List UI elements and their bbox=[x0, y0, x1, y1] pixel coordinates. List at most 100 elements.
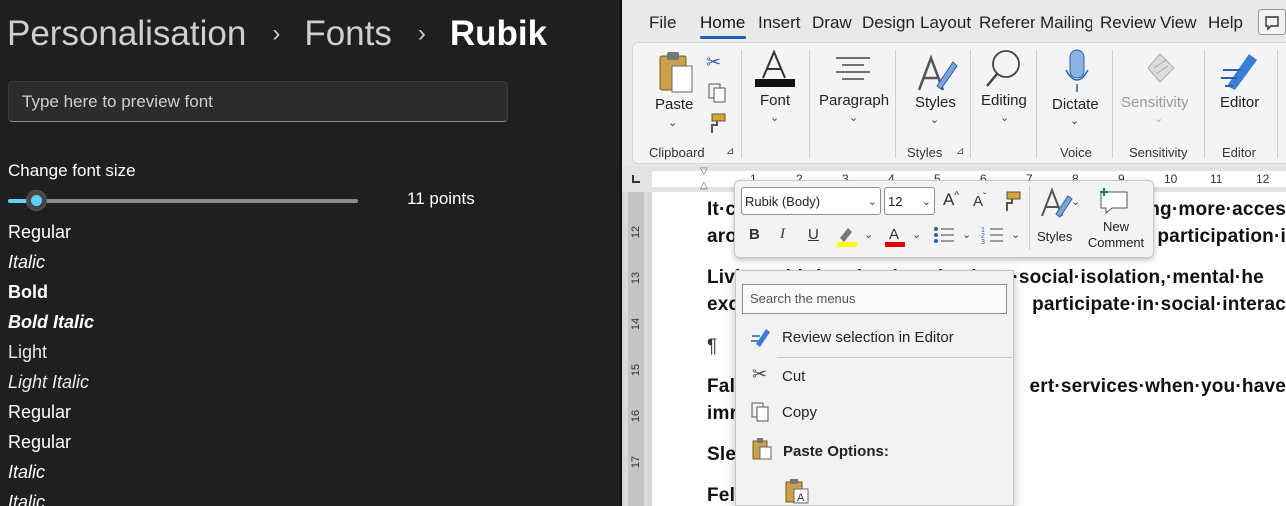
bold-icon[interactable]: B bbox=[749, 226, 760, 243]
dialog-launcher-icon[interactable]: ⊿ bbox=[956, 146, 964, 157]
styles-group-label: Styles bbox=[907, 145, 943, 160]
indent-marker-icon[interactable]: △ bbox=[700, 180, 708, 191]
document-line-tail: ng·more·acces bbox=[1148, 199, 1286, 220]
styles-label[interactable]: Styles bbox=[1037, 229, 1072, 244]
font-size-select[interactable]: 12 ⌄ bbox=[884, 187, 935, 215]
font-style-item: Italic bbox=[8, 462, 46, 482]
tab-insert[interactable]: Insert bbox=[758, 13, 801, 33]
italic-icon[interactable]: I bbox=[780, 226, 785, 243]
grow-font-icon[interactable]: A^ bbox=[943, 190, 959, 210]
paste-button[interactable]: Paste bbox=[655, 96, 693, 113]
chevron-down-icon[interactable]: ⌄ bbox=[1000, 111, 1009, 124]
font-size-value: 11 points bbox=[407, 189, 475, 208]
chevron-down-icon[interactable]: ⌄ bbox=[1154, 112, 1163, 125]
chevron-down-icon[interactable]: ⌄ bbox=[1071, 195, 1080, 208]
cut-item[interactable]: Cut bbox=[782, 368, 805, 385]
tab-help[interactable]: Help bbox=[1208, 13, 1243, 33]
indent-marker-icon[interactable]: ▽ bbox=[700, 166, 708, 177]
bullets-icon[interactable] bbox=[932, 224, 956, 246]
group-separator bbox=[741, 50, 742, 158]
paragraph-icon bbox=[836, 57, 870, 80]
editor-group-label: Editor bbox=[1222, 145, 1256, 160]
tab-mailings[interactable]: Mailing bbox=[1040, 13, 1092, 33]
chevron-down-icon[interactable]: ⌄ bbox=[668, 116, 677, 129]
font-preview-input[interactable]: Type here to preview font bbox=[8, 81, 508, 122]
copy-icon bbox=[751, 402, 769, 422]
chevron-down-icon[interactable]: ⌄ bbox=[912, 228, 921, 241]
sensitivity-button[interactable]: Sensitivity bbox=[1121, 94, 1189, 111]
toolbar-separator bbox=[1029, 186, 1030, 250]
tab-layout[interactable]: Layout bbox=[920, 13, 971, 33]
highlight-icon[interactable] bbox=[836, 224, 858, 248]
tab-file[interactable]: File bbox=[649, 13, 676, 33]
paste-keep-text-icon[interactable]: A bbox=[784, 478, 810, 504]
font-style-item: Bold bbox=[8, 282, 48, 302]
editor-button[interactable]: Editor bbox=[1220, 94, 1259, 111]
font-size-slider-track[interactable] bbox=[8, 199, 358, 203]
chevron-down-icon[interactable]: ⌄ bbox=[962, 228, 971, 241]
comments-button[interactable] bbox=[1258, 9, 1286, 35]
document-line: aro bbox=[707, 226, 738, 247]
editor-icon bbox=[751, 329, 770, 347]
font-size-slider-thumb[interactable] bbox=[26, 190, 47, 211]
breadcrumb-fonts[interactable]: Fonts bbox=[304, 14, 392, 54]
group-separator bbox=[895, 50, 896, 158]
font-button[interactable]: Font bbox=[760, 92, 790, 109]
tab-selector-icon[interactable] bbox=[632, 175, 640, 183]
paste-icon bbox=[659, 52, 693, 93]
tab-home[interactable]: Home bbox=[700, 13, 745, 33]
chevron-down-icon[interactable]: ⌄ bbox=[1070, 114, 1079, 127]
font-style-item: Light Italic bbox=[8, 372, 90, 392]
breadcrumb-personalisation[interactable]: Personalisation bbox=[7, 14, 246, 54]
font-name-select[interactable]: Rubik (Body) ⌄ bbox=[741, 187, 881, 215]
paste-icon bbox=[752, 438, 772, 460]
group-separator bbox=[809, 50, 810, 158]
copy-item[interactable]: Copy bbox=[782, 404, 817, 421]
document-line: Fal bbox=[707, 376, 736, 397]
svg-text:3: 3 bbox=[981, 239, 985, 246]
clipboard-group-label: Clipboard bbox=[649, 145, 705, 160]
dialog-launcher-icon[interactable]: ⊿ bbox=[726, 146, 734, 157]
numbering-icon[interactable]: 123 bbox=[981, 224, 1005, 246]
font-color-icon[interactable]: A bbox=[884, 224, 906, 248]
copy-icon[interactable] bbox=[706, 82, 728, 104]
breadcrumb: Personalisation › Fonts › Rubik bbox=[7, 14, 547, 54]
shrink-font-icon[interactable]: Aˇ bbox=[973, 192, 986, 210]
microphone-icon bbox=[1065, 49, 1089, 92]
editing-button[interactable]: Editing bbox=[981, 92, 1027, 109]
font-style-item: Regular bbox=[8, 432, 72, 452]
menu-search-input[interactable]: Search the menus bbox=[742, 284, 1007, 314]
underline-icon[interactable]: U bbox=[808, 226, 819, 243]
cut-icon[interactable]: ✂ bbox=[706, 52, 721, 73]
chevron-down-icon[interactable]: ⌄ bbox=[864, 228, 873, 241]
group-separator bbox=[970, 50, 971, 158]
svg-text:A: A bbox=[889, 226, 899, 243]
group-separator bbox=[1204, 50, 1205, 158]
chevron-down-icon[interactable]: ⌄ bbox=[930, 113, 939, 126]
font-style-item: Italic bbox=[8, 492, 46, 506]
paragraph-button[interactable]: Paragraph bbox=[819, 92, 889, 109]
tab-review[interactable]: Review bbox=[1100, 13, 1156, 33]
tab-design[interactable]: Design bbox=[862, 13, 915, 33]
vertical-ruler-number: 13 bbox=[630, 271, 643, 285]
ruler-number: 10 bbox=[1164, 172, 1178, 186]
format-painter-icon[interactable] bbox=[706, 112, 728, 134]
chevron-down-icon[interactable]: ⌄ bbox=[770, 111, 779, 124]
styles-button[interactable]: Styles bbox=[915, 94, 956, 111]
review-selection-item[interactable]: Review selection in Editor bbox=[782, 329, 954, 346]
chevron-down-icon[interactable]: ⌄ bbox=[849, 111, 858, 124]
tab-view[interactable]: View bbox=[1160, 13, 1197, 33]
format-painter-icon[interactable] bbox=[1001, 190, 1023, 212]
sensitivity-group-label: Sensitivity bbox=[1129, 145, 1188, 160]
document-line: Sle bbox=[707, 444, 737, 465]
chevron-down-icon[interactable]: ⌄ bbox=[1011, 228, 1020, 241]
group-separator bbox=[1112, 50, 1113, 158]
breadcrumb-separator: › bbox=[272, 20, 281, 47]
settings-panel: Personalisation › Fonts › Rubik Type her… bbox=[0, 0, 620, 506]
tab-references[interactable]: Referen bbox=[979, 13, 1035, 33]
tab-draw[interactable]: Draw bbox=[812, 13, 852, 33]
dictate-button[interactable]: Dictate bbox=[1052, 96, 1099, 113]
new-comment-button[interactable]: New Comment bbox=[1087, 219, 1145, 251]
document-line-tail: participation·i bbox=[1157, 226, 1286, 247]
active-tab-indicator bbox=[700, 36, 746, 39]
